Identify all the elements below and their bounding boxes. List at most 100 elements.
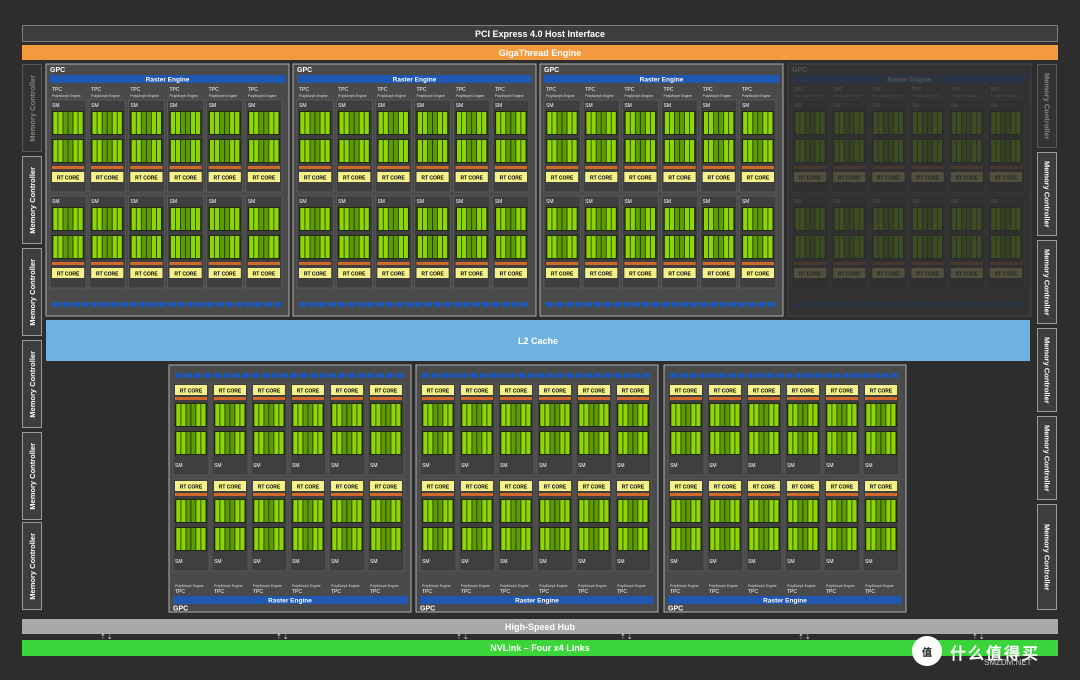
- polymorph-label: PolyMorph Engine: [209, 94, 238, 98]
- core-block: [52, 111, 85, 135]
- cuda-core-column: [58, 236, 63, 258]
- cuda-core-column: [92, 208, 97, 230]
- cuda-core-column: [298, 432, 303, 454]
- cuda-core-column: [107, 140, 112, 162]
- cuda-core-column: [391, 500, 396, 522]
- cuda-core-column: [628, 500, 633, 522]
- cuda-core-column: [735, 500, 740, 522]
- cuda-core-column: [201, 500, 206, 522]
- core-block: [663, 139, 696, 163]
- cuda-core-column: [696, 528, 701, 550]
- cuda-core-column: [298, 404, 303, 426]
- tex-unit: [748, 302, 756, 307]
- rt-core-label: RT CORE: [799, 176, 822, 182]
- polymorph-label: PolyMorph Engine: [742, 94, 771, 98]
- sm-column: [289, 478, 327, 572]
- cuda-core-column: [596, 140, 601, 162]
- cuda-core-column: [254, 528, 259, 550]
- cuda-core-column: [131, 236, 136, 258]
- rt-core-label: RT CORE: [956, 272, 979, 278]
- cuda-core-column: [325, 236, 330, 258]
- rt-core: [624, 172, 657, 182]
- tex-unit: [520, 302, 528, 307]
- cuda-core-column: [371, 404, 376, 426]
- register-file: [585, 262, 618, 265]
- cuda-core-column: [567, 112, 572, 134]
- sm-column: [823, 478, 861, 572]
- cuda-core-column: [893, 236, 898, 258]
- cuda-core-column: [259, 500, 264, 522]
- rt-core: [292, 385, 324, 395]
- cuda-core-column: [342, 528, 347, 550]
- tex-unit: [318, 302, 326, 307]
- sm-label: SM: [703, 103, 711, 109]
- cuda-core-column: [391, 432, 396, 454]
- cuda-core-column: [586, 140, 591, 162]
- sm-column: [739, 195, 777, 289]
- rt-core-label: RT CORE: [544, 389, 567, 395]
- core-block: [91, 235, 124, 259]
- cuda-core-column: [386, 500, 391, 522]
- cuda-core-column: [565, 404, 570, 426]
- cuda-core-column: [477, 500, 482, 522]
- cuda-core-column: [893, 140, 898, 162]
- cuda-core-column: [201, 404, 206, 426]
- cuda-core-column: [810, 112, 815, 134]
- tex-unit: [215, 302, 224, 307]
- cuda-core-column: [347, 432, 352, 454]
- cuda-core-column: [684, 140, 690, 162]
- core-block: [911, 111, 944, 135]
- tex-unit: [546, 302, 554, 307]
- polymorph-label: PolyMorph Engine: [495, 94, 524, 98]
- cuda-core-column: [58, 112, 63, 134]
- cuda-core-column: [344, 236, 349, 258]
- cuda-core-column: [259, 236, 264, 258]
- rt-core-label: RT CORE: [343, 176, 366, 182]
- tex-unit: [225, 302, 233, 307]
- cuda-core-column: [506, 112, 511, 134]
- sm-label: SM: [539, 559, 547, 565]
- cuda-core-column: [849, 112, 854, 134]
- cuda-core-column: [342, 404, 347, 426]
- link-arrows: ⇡⇣: [620, 634, 634, 641]
- cuda-core-column: [274, 140, 279, 162]
- cuda-core-column: [511, 404, 516, 426]
- tex-unit: [366, 302, 374, 307]
- register-file: [950, 166, 983, 169]
- cuda-core-column: [837, 432, 842, 454]
- core-block: [130, 207, 163, 231]
- cuda-core-column: [396, 500, 401, 522]
- rt-core-label: RT CORE: [336, 389, 359, 395]
- core-block: [214, 431, 246, 455]
- cuda-core-column: [748, 140, 753, 162]
- core-block: [370, 499, 402, 523]
- cuda-core-column: [191, 432, 196, 454]
- cuda-core-column: [516, 500, 521, 522]
- rt-core: [175, 481, 207, 491]
- rt-core-label: RT CORE: [838, 272, 861, 278]
- cuda-core-column: [729, 236, 734, 258]
- rt-core: [989, 172, 1022, 182]
- core-block: [208, 139, 241, 163]
- cuda-core-column: [912, 208, 918, 230]
- tpc-label: TPC: [794, 87, 804, 93]
- cuda-core-column: [749, 528, 754, 550]
- cuda-core-column: [832, 500, 837, 522]
- cuda-core-column: [810, 236, 815, 258]
- cuda-core-column: [550, 500, 555, 522]
- sm-label: SM: [742, 199, 750, 205]
- cuda-core-column: [332, 404, 337, 426]
- core-block: [539, 403, 571, 427]
- gpc-block: RT CORESMRT CORESMPolyMorph EngineTPCRT …: [168, 364, 412, 613]
- cuda-core-column: [136, 112, 141, 134]
- cuda-core-column: [305, 208, 310, 230]
- cuda-core-column: [572, 140, 577, 162]
- cuda-core-column: [461, 112, 467, 134]
- cuda-core-column: [881, 500, 886, 522]
- tex-unit: [623, 302, 631, 307]
- cuda-core-column: [151, 140, 156, 162]
- cuda-core-column: [669, 112, 675, 134]
- cuda-core-column: [676, 500, 681, 522]
- cuda-core-column: [315, 140, 320, 162]
- cuda-core-column: [53, 112, 58, 134]
